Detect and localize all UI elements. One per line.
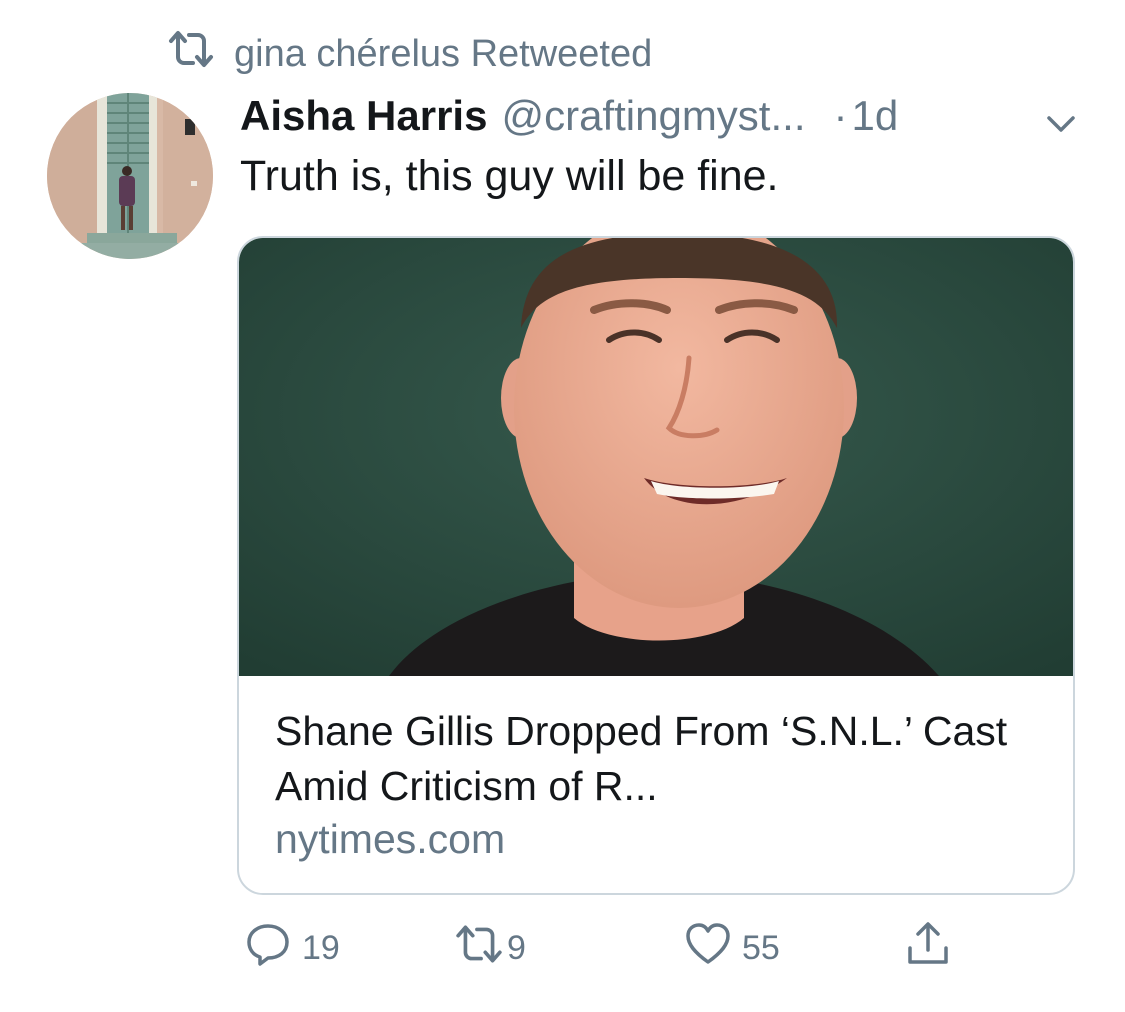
retweet-banner[interactable]: gina chérelus Retweeted xyxy=(168,30,652,78)
separator-dot: · xyxy=(833,92,848,139)
display-name[interactable]: Aisha Harris xyxy=(240,92,487,140)
heart-icon xyxy=(684,920,732,977)
card-image xyxy=(239,238,1073,676)
tweet-text: Truth is, this guy will be fine. xyxy=(240,152,779,200)
like-button[interactable]: 55 xyxy=(684,920,780,977)
reply-count: 19 xyxy=(302,929,340,967)
reply-button[interactable]: 19 xyxy=(244,920,340,977)
user-handle[interactable]: @craftingmyst... xyxy=(501,92,805,140)
share-button[interactable] xyxy=(904,920,952,977)
retweet-icon xyxy=(168,29,214,79)
card-body: Shane Gillis Dropped From ‘S.N.L.’ Cast … xyxy=(275,704,1043,863)
like-count: 55 xyxy=(742,929,780,967)
share-icon xyxy=(904,920,952,977)
retweet-icon xyxy=(455,920,503,977)
link-card[interactable]: Shane Gillis Dropped From ‘S.N.L.’ Cast … xyxy=(237,236,1075,895)
tweet-header: Aisha Harris @craftingmyst... · 1d xyxy=(240,88,1085,144)
reply-icon xyxy=(244,920,292,977)
avatar[interactable] xyxy=(47,93,213,259)
chevron-down-icon[interactable] xyxy=(1041,100,1081,132)
timestamp[interactable]: 1d xyxy=(851,92,898,140)
retweet-count: 9 xyxy=(507,929,526,967)
card-domain: nytimes.com xyxy=(275,816,506,862)
card-title: Shane Gillis Dropped From ‘S.N.L.’ Cast … xyxy=(275,708,1008,809)
retweet-banner-text: gina chérelus Retweeted xyxy=(234,32,653,75)
action-bar: 19 9 55 xyxy=(0,920,1125,976)
retweet-button[interactable]: 9 xyxy=(455,920,526,977)
